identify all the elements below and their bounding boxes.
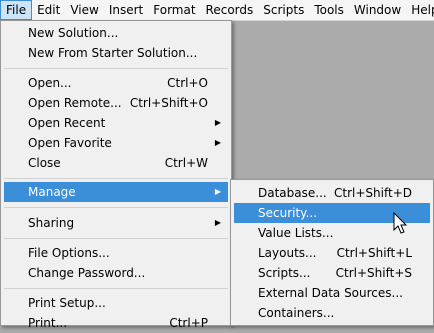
menu-item-change-password[interactable]: Change Password...	[4, 263, 228, 283]
submenu-arrow-icon: ▶	[214, 118, 221, 127]
menu-item-shortcut: Ctrl+P	[169, 316, 208, 330]
menu-item-open[interactable]: Open... Ctrl+O	[4, 73, 228, 93]
menu-format[interactable]: Format	[148, 0, 200, 20]
menu-item-label: Open Remote...	[28, 96, 122, 110]
menu-item-scripts[interactable]: Scripts... Ctrl+Shift+S	[234, 263, 430, 283]
menu-item-shortcut: Ctrl+O	[167, 76, 208, 90]
menu-window[interactable]: Window	[349, 0, 406, 20]
menu-separator	[4, 238, 228, 239]
menu-item-label: Change Password...	[28, 266, 146, 280]
menu-tools[interactable]: Tools	[309, 0, 349, 20]
menu-item-file-options[interactable]: File Options...	[4, 243, 228, 263]
menu-item-containers[interactable]: Containers...	[234, 303, 430, 323]
menu-item-external-data-sources[interactable]: External Data Sources...	[234, 283, 430, 303]
menu-file[interactable]: File	[0, 0, 33, 20]
menu-separator	[4, 207, 228, 208]
menu-separator	[4, 68, 228, 69]
menu-item-open-favorite[interactable]: Open Favorite ▶	[4, 133, 228, 153]
menu-item-label: Print Setup...	[28, 296, 106, 310]
menu-records[interactable]: Records	[201, 0, 259, 20]
menu-help[interactable]: Help	[406, 0, 434, 20]
menu-item-label: Scripts...	[258, 266, 311, 280]
menu-item-layouts[interactable]: Layouts... Ctrl+Shift+L	[234, 243, 430, 263]
menu-item-new-solution[interactable]: New Solution...	[4, 23, 228, 43]
menu-item-open-remote[interactable]: Open Remote... Ctrl+Shift+O	[4, 93, 228, 113]
menu-item-label: Security...	[258, 206, 318, 220]
menu-item-label: Open...	[28, 76, 72, 90]
menu-separator	[4, 178, 228, 179]
menu-item-print[interactable]: Print... Ctrl+P	[4, 313, 228, 333]
menu-insert[interactable]: Insert	[104, 0, 148, 20]
submenu-arrow-icon: ▶	[214, 138, 221, 147]
menu-item-label: File Options...	[28, 246, 110, 260]
manage-submenu: Database... Ctrl+Shift+D Security... Val…	[230, 179, 434, 326]
menu-item-label: Print...	[28, 316, 68, 330]
mouse-cursor-icon	[393, 212, 408, 234]
menu-view[interactable]: View	[65, 0, 103, 20]
menu-scripts[interactable]: Scripts	[258, 0, 309, 20]
menu-item-label: Manage	[28, 185, 76, 199]
menu-item-label: Containers...	[258, 306, 335, 320]
menu-item-label: Open Recent	[28, 116, 106, 130]
menu-item-database[interactable]: Database... Ctrl+Shift+D	[234, 183, 430, 203]
menu-item-shortcut: Ctrl+Shift+D	[334, 186, 412, 200]
menu-item-label: Value Lists...	[258, 226, 334, 240]
menu-item-new-from-starter[interactable]: New From Starter Solution...	[4, 43, 228, 63]
menu-item-print-setup[interactable]: Print Setup...	[4, 293, 228, 313]
submenu-arrow-icon: ▶	[214, 187, 221, 196]
menu-item-label: External Data Sources...	[258, 286, 403, 300]
menu-bar: File Edit View Insert Format Records Scr…	[0, 0, 434, 21]
menu-item-label: Database...	[258, 186, 327, 200]
menu-item-open-recent[interactable]: Open Recent ▶	[4, 113, 228, 133]
menu-item-label: Close	[28, 156, 61, 170]
menu-item-close[interactable]: Close Ctrl+W	[4, 153, 228, 173]
menu-item-shortcut: Ctrl+Shift+S	[335, 266, 412, 280]
submenu-arrow-icon: ▶	[214, 218, 221, 227]
menu-item-shortcut: Ctrl+Shift+O	[129, 96, 208, 110]
file-menu: New Solution... New From Starter Solutio…	[0, 20, 232, 330]
menu-item-label: New Solution...	[28, 26, 119, 40]
menu-item-label: Sharing	[28, 216, 75, 230]
menu-item-sharing[interactable]: Sharing ▶	[4, 213, 228, 233]
menu-item-label: Open Favorite	[28, 136, 112, 150]
menu-edit[interactable]: Edit	[32, 0, 65, 20]
menu-item-shortcut: Ctrl+Shift+L	[336, 246, 412, 260]
menu-item-manage[interactable]: Manage ▶	[4, 182, 228, 202]
menu-separator	[4, 288, 228, 289]
menu-item-label: Layouts...	[258, 246, 317, 260]
menu-item-shortcut: Ctrl+W	[164, 156, 208, 170]
menu-item-label: New From Starter Solution...	[28, 46, 198, 60]
